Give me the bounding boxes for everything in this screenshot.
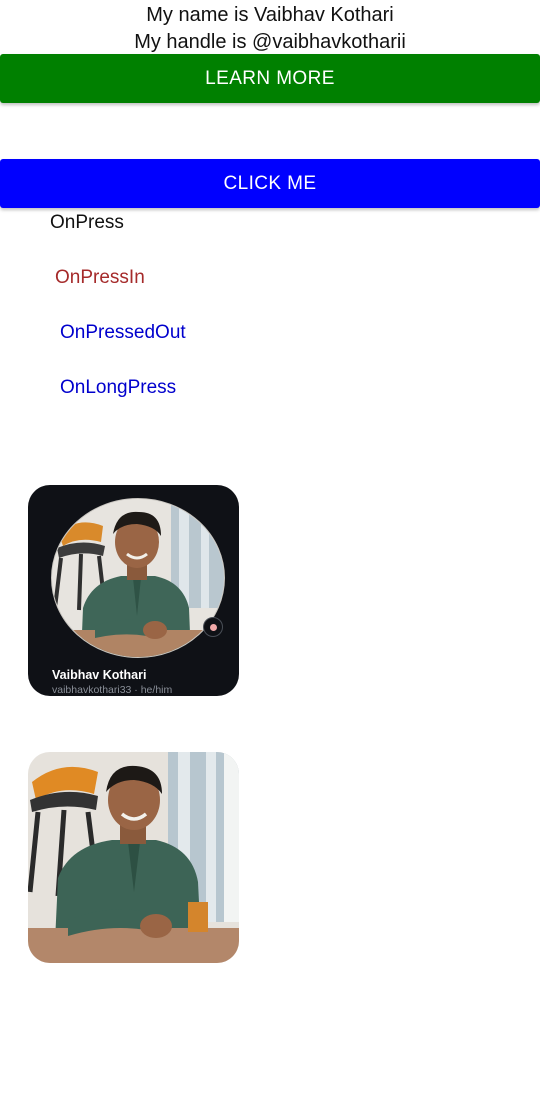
on-press-text[interactable]: OnPress: [50, 211, 124, 235]
intro-text: My name is Vaibhav Kothari My handle is …: [0, 2, 540, 56]
status-icon: [203, 617, 223, 637]
avatar: [51, 498, 225, 658]
profile-name: Vaibhav Kothari: [52, 668, 147, 682]
profile-card-image[interactable]: Vaibhav Kothari vaibhavkothari33 · he/hi…: [28, 485, 239, 696]
on-long-press-text[interactable]: OnLongPress: [60, 376, 176, 400]
profile-photo-image[interactable]: [28, 752, 239, 963]
learn-more-button[interactable]: LEARN MORE: [0, 54, 540, 103]
name-line: My name is Vaibhav Kothari: [146, 4, 394, 26]
on-pressed-out-text[interactable]: OnPressedOut: [60, 321, 186, 345]
handle-line: My handle is @vaibhavkotharii: [134, 31, 406, 53]
profile-handle: vaibhavkothari33 · he/him: [52, 684, 173, 696]
on-press-in-text[interactable]: OnPressIn: [55, 266, 145, 290]
click-me-button[interactable]: CLICK ME: [0, 159, 540, 208]
